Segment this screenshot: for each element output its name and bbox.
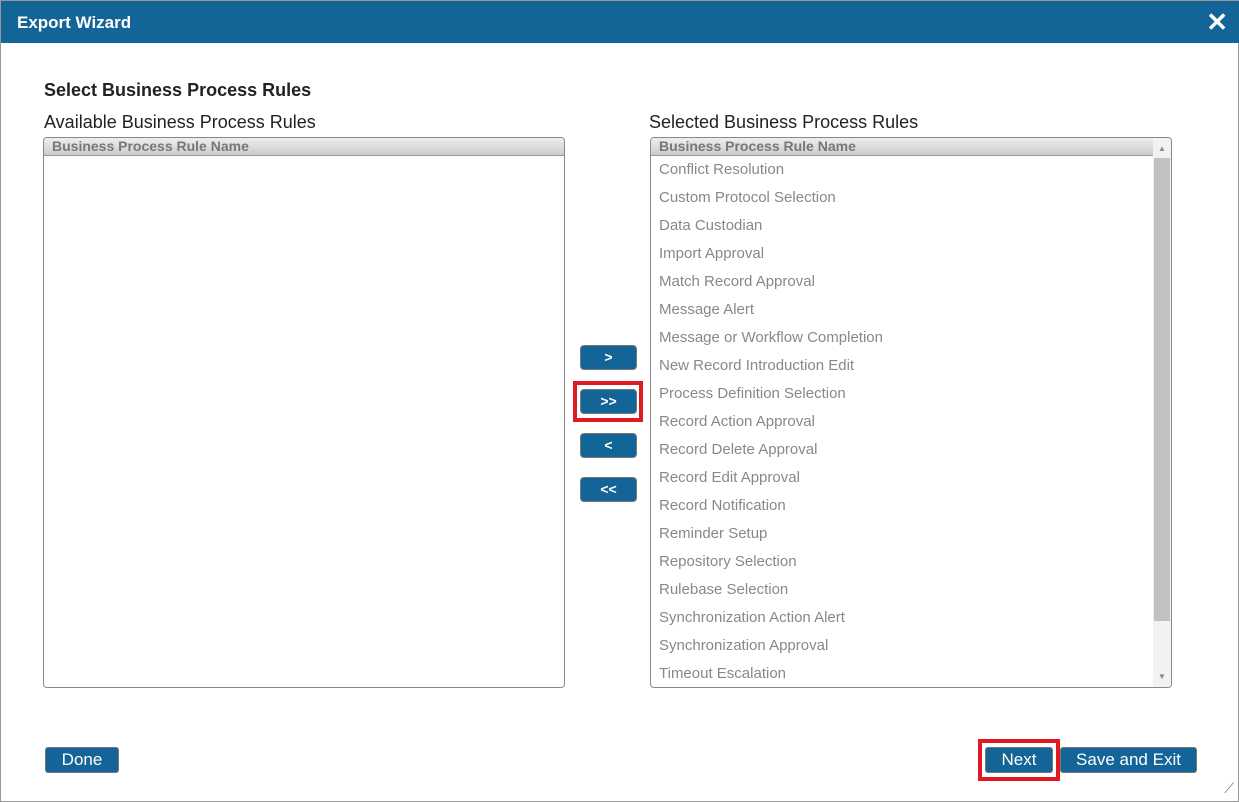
resize-grip-icon[interactable]: ⟋ — [1224, 780, 1234, 797]
list-item[interactable]: Custom Protocol Selection — [651, 184, 1153, 212]
list-item[interactable]: Record Delete Approval — [651, 436, 1153, 464]
save-and-exit-button[interactable]: Save and Exit — [1060, 747, 1197, 773]
done-button[interactable]: Done — [45, 747, 119, 773]
page-heading: Select Business Process Rules — [44, 80, 312, 100]
list-item[interactable]: Synchronization Action Alert — [651, 604, 1153, 632]
list-item[interactable]: Synchronization Approval — [651, 632, 1153, 660]
remove-all-button[interactable]: << — [580, 477, 637, 502]
add-button[interactable]: > — [580, 345, 637, 370]
list-item[interactable]: Message Alert — [651, 296, 1153, 324]
list-item[interactable]: Message or Workflow Completion — [651, 324, 1153, 352]
list-item[interactable]: Record Notification — [651, 492, 1153, 520]
list-item[interactable]: Repository Selection — [651, 548, 1153, 576]
add-all-button[interactable]: >> — [580, 389, 637, 414]
remove-button[interactable]: < — [580, 433, 637, 458]
available-column-header[interactable]: Business Process Rule Name — [44, 138, 564, 156]
list-item[interactable]: Reminder Setup — [651, 520, 1153, 548]
close-icon[interactable]: ✕ — [1206, 7, 1228, 38]
title-bar: Export Wizard ✕ — [1, 1, 1239, 43]
next-button[interactable]: Next — [985, 747, 1053, 773]
selected-list[interactable]: Business Process Rule Name Conflict Reso… — [650, 137, 1172, 688]
list-item[interactable]: Process Definition Selection — [651, 380, 1153, 408]
scrollbar[interactable]: ▲ ▼ — [1153, 138, 1171, 687]
scrollbar-thumb[interactable] — [1154, 158, 1170, 621]
list-item[interactable]: Timeout Escalation — [651, 660, 1153, 687]
list-item[interactable]: Record Edit Approval — [651, 464, 1153, 492]
selected-label: Selected Business Process Rules — [649, 112, 919, 132]
scroll-down-icon[interactable]: ▼ — [1158, 672, 1166, 681]
list-item[interactable]: Rulebase Selection — [651, 576, 1153, 604]
selected-column-header[interactable]: Business Process Rule Name — [651, 138, 1171, 156]
available-label: Available Business Process Rules — [44, 112, 316, 132]
list-item[interactable]: Match Record Approval — [651, 268, 1153, 296]
list-item[interactable]: Record Action Approval — [651, 408, 1153, 436]
list-item[interactable]: Data Custodian — [651, 212, 1153, 240]
window-title: Export Wizard — [17, 13, 132, 32]
list-item[interactable]: Import Approval — [651, 240, 1153, 268]
list-item[interactable]: Conflict Resolution — [651, 156, 1153, 184]
list-item[interactable]: New Record Introduction Edit — [651, 352, 1153, 380]
scroll-up-icon[interactable]: ▲ — [1158, 144, 1166, 153]
available-list[interactable]: Business Process Rule Name — [43, 137, 565, 688]
